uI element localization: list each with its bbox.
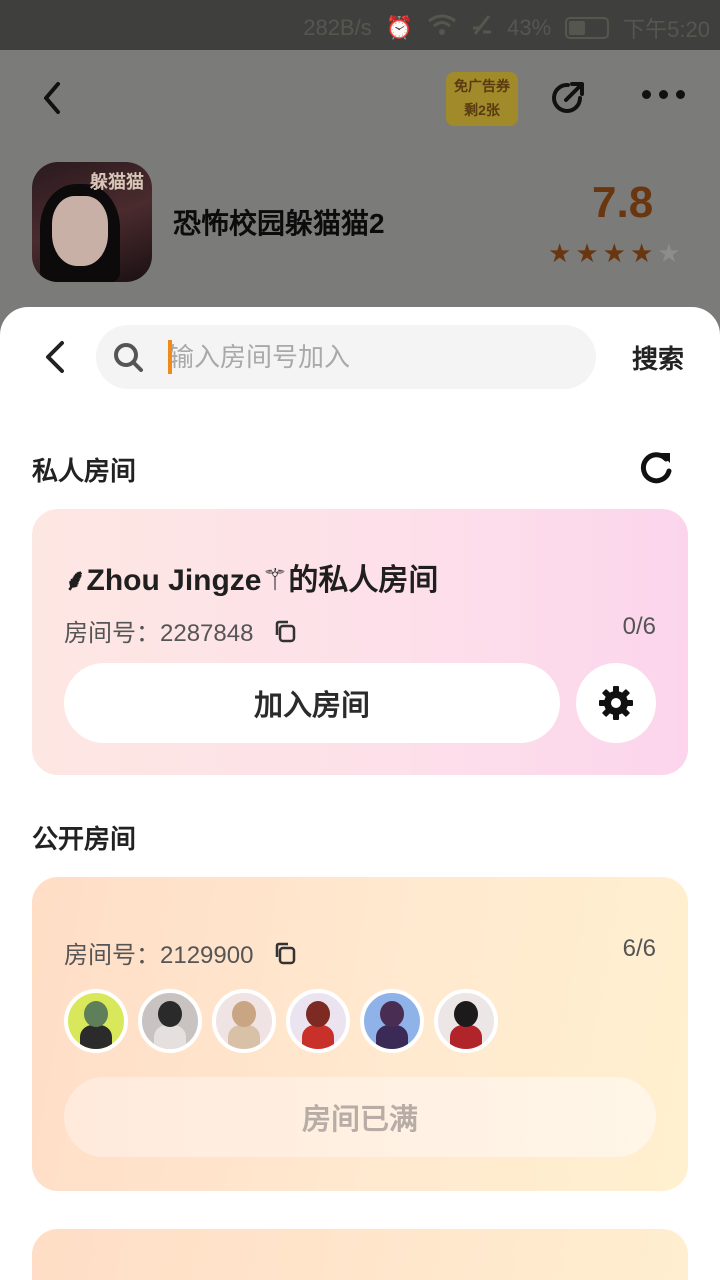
search-icon	[114, 343, 143, 372]
player-avatars	[64, 989, 498, 1053]
player-avatar[interactable]	[64, 989, 128, 1053]
player-avatar[interactable]	[212, 989, 276, 1053]
back-arrow-icon[interactable]	[34, 78, 74, 118]
player-avatar[interactable]	[286, 989, 350, 1053]
room-id: 房间号：2129900	[64, 942, 254, 969]
room-name: ⸙Zhou Jingze⚚的私人房间	[64, 564, 439, 597]
copy-icon[interactable]	[273, 941, 297, 965]
game-icon: 躲猫猫	[32, 162, 152, 282]
room-full-button: 房间已满	[64, 1077, 656, 1157]
sheet-back-icon[interactable]	[38, 337, 72, 377]
star-icon: ★	[548, 238, 572, 268]
room-id-row: 房间号：2287848	[64, 613, 297, 648]
room-sheet: 搜索 私人房间 ⸙Zhou Jingze⚚的私人房间 房间号：2287848 0…	[0, 307, 720, 1280]
room-id-row: 房间号：2129900	[64, 935, 297, 970]
game-icon-text: 躲猫猫	[90, 172, 144, 192]
room-player-count: 0/6	[622, 613, 656, 640]
room-player-count: 6/6	[622, 935, 656, 962]
room-settings-button[interactable]	[576, 663, 656, 743]
share-icon[interactable]	[546, 76, 590, 120]
star-icon: ★	[602, 238, 626, 268]
rating-stars: ★ ★ ★ ★ ★	[548, 238, 681, 269]
battery-level	[569, 21, 585, 35]
refresh-icon[interactable]	[636, 447, 676, 487]
text-cursor	[168, 340, 172, 374]
coupon-remaining: 剩2张	[464, 102, 500, 118]
search-button[interactable]: 搜索	[632, 339, 684, 376]
player-avatar[interactable]	[360, 989, 424, 1053]
ad-free-coupon-button[interactable]: 免广告券 剩2张	[446, 72, 518, 126]
battery-percent: 43%	[507, 15, 552, 40]
room-id: 房间号：2287848	[64, 620, 254, 647]
game-score: 7.8	[592, 178, 654, 227]
room-number-input[interactable]	[168, 325, 578, 389]
join-room-button[interactable]: 加入房间	[64, 663, 560, 743]
private-room-card: ⸙Zhou Jingze⚚的私人房间 房间号：2287848 0/6 加入房间	[32, 509, 688, 775]
player-avatar[interactable]	[434, 989, 498, 1053]
public-rooms-title: 公开房间	[32, 824, 137, 854]
network-speed: 282B/s	[303, 15, 372, 40]
battery-icon	[565, 17, 610, 39]
wifi-icon	[427, 14, 457, 42]
public-room-card: 房间号：2129900 6/6 房间已满	[32, 877, 688, 1191]
search-bar	[96, 325, 596, 389]
star-icon: ★	[575, 238, 599, 268]
status-bar: 282B/s ⏰ 43% 下午5:20	[0, 0, 720, 50]
clock: 下午5:20	[623, 17, 710, 42]
star-icon: ★	[657, 238, 681, 268]
gear-icon	[599, 686, 633, 720]
alarm-icon: ⏰	[385, 15, 414, 40]
private-rooms-title: 私人房间	[32, 456, 137, 486]
signal-icon	[471, 14, 493, 42]
more-options-icon[interactable]	[642, 90, 685, 99]
star-icon: ★	[629, 238, 654, 268]
copy-icon[interactable]	[273, 619, 297, 643]
public-room-card	[32, 1229, 688, 1280]
coupon-title: 免广告券	[454, 78, 510, 94]
game-title: 恐怖校园躲猫猫2	[173, 208, 385, 239]
player-avatar[interactable]	[138, 989, 202, 1053]
